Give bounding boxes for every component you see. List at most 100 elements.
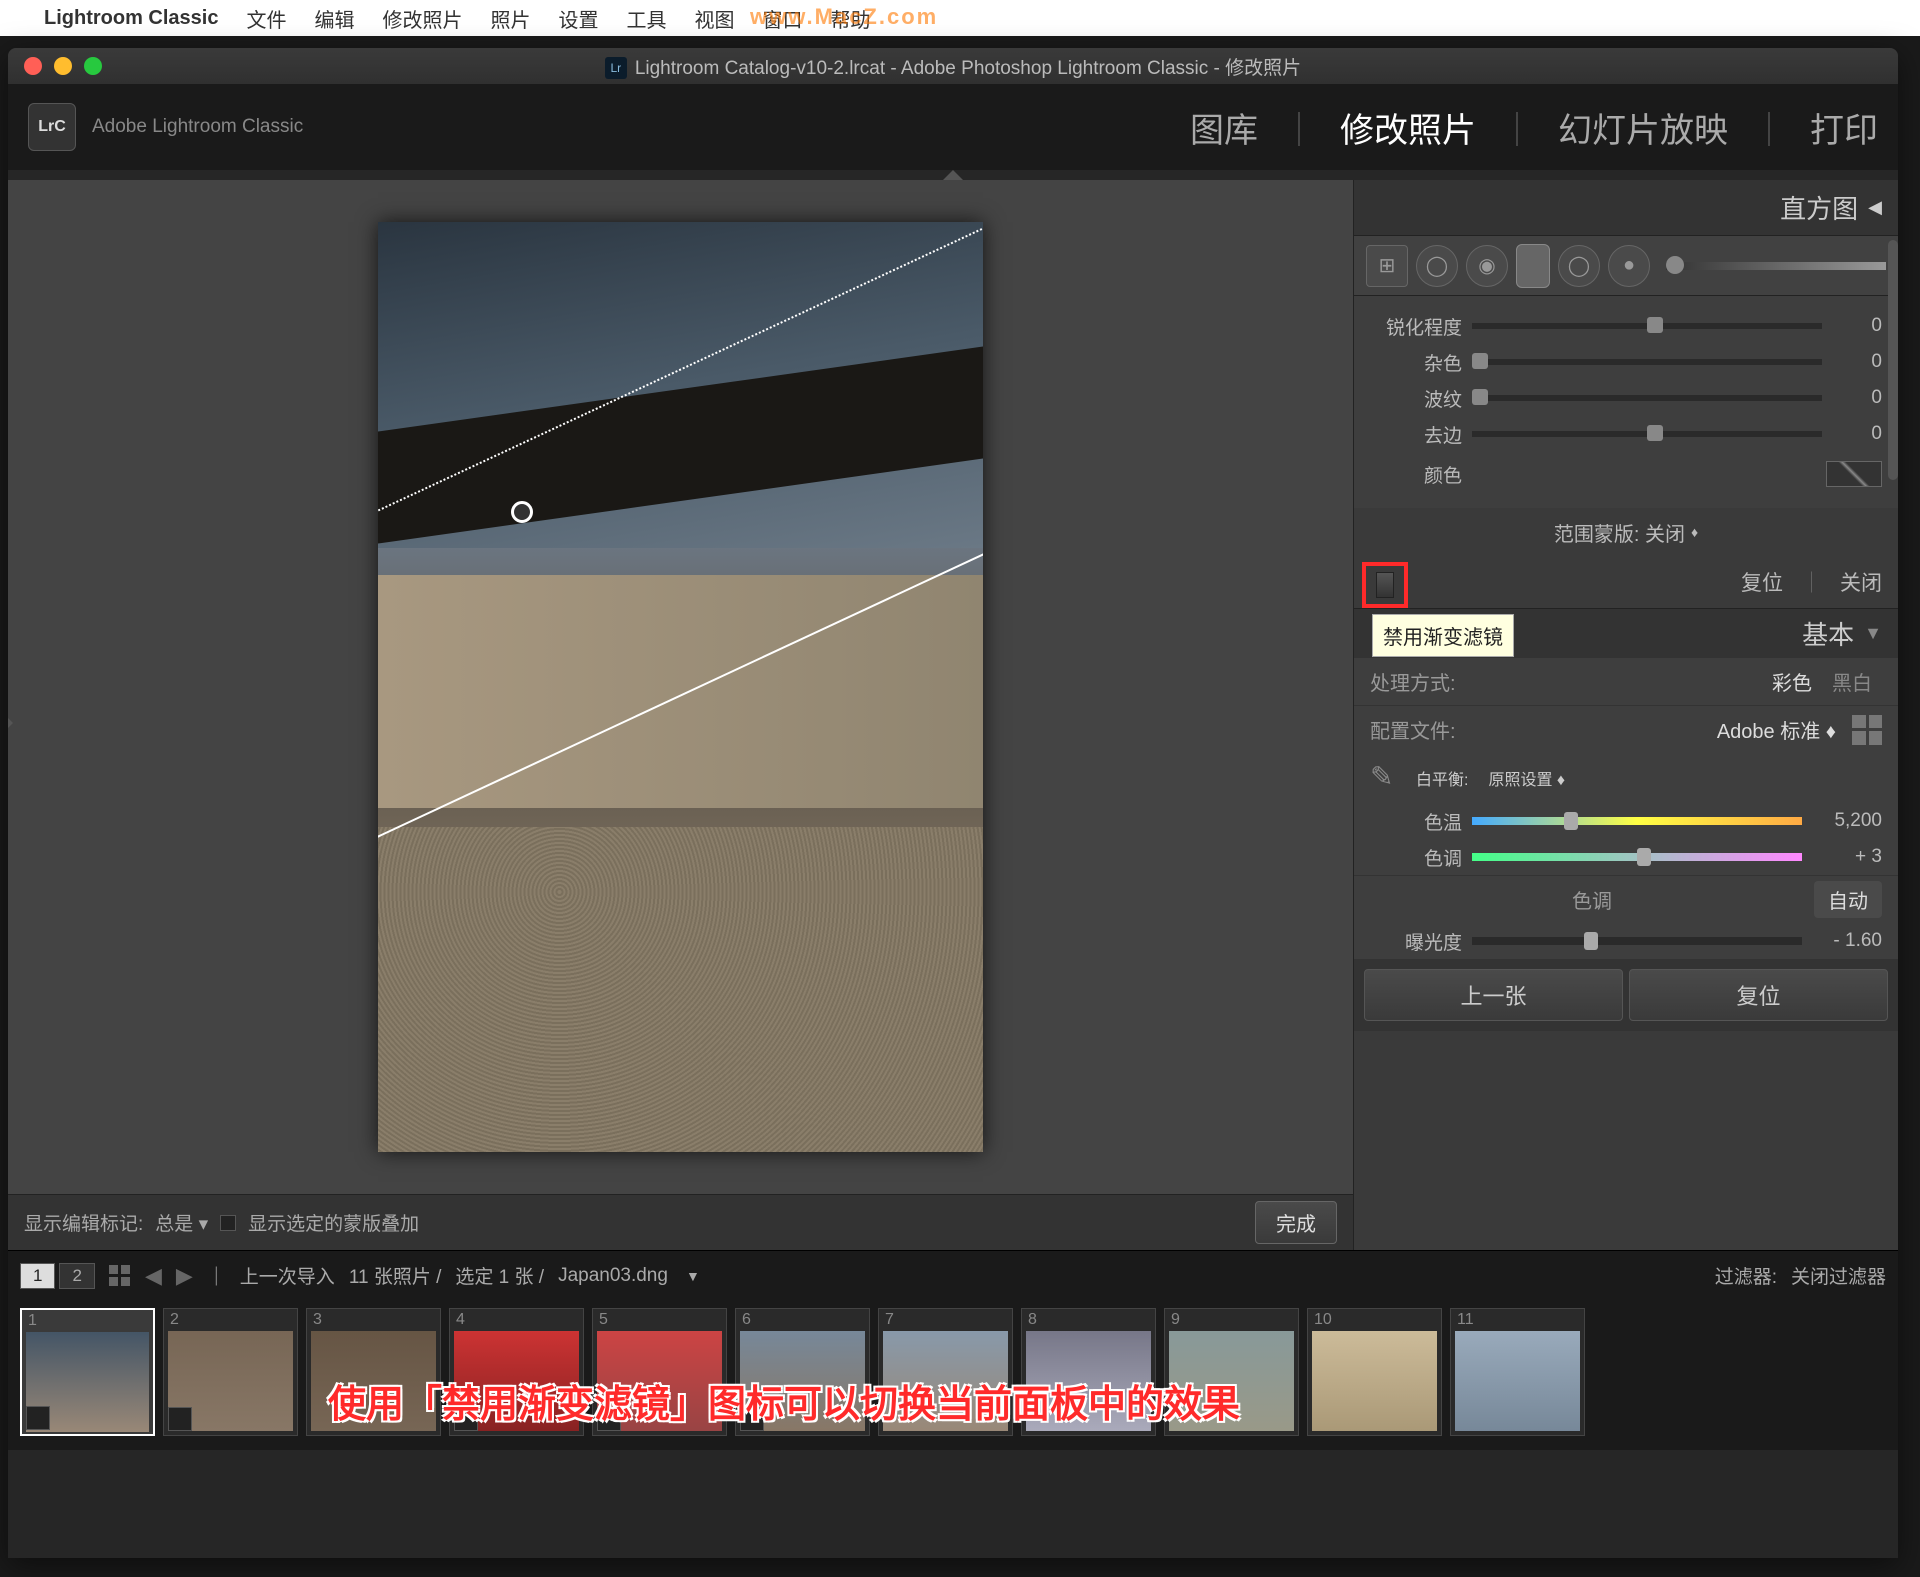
defringe-slider[interactable] <box>1472 431 1822 437</box>
app-window: LrLightroom Catalog-v10-2.lrcat - Adobe … <box>8 48 1898 1558</box>
thumbnail[interactable]: 11 <box>1450 1308 1585 1436</box>
thumbnail[interactable]: 9 <box>1164 1308 1299 1436</box>
color-label: 颜色 <box>1370 461 1462 488</box>
sharpness-slider[interactable] <box>1472 323 1822 329</box>
moire-label: 波纹 <box>1370 385 1462 412</box>
collection-name[interactable]: 上一次导入 <box>240 1262 335 1289</box>
mask-overlay-checkbox[interactable] <box>220 1215 236 1231</box>
grid-view-icon[interactable] <box>109 1265 131 1287</box>
show-edit-label: 显示编辑标记: <box>24 1209 143 1236</box>
collapse-top-icon[interactable] <box>943 170 963 180</box>
app-name[interactable]: Lightroom Classic <box>44 7 218 30</box>
thumbnail[interactable]: 3 <box>306 1308 441 1436</box>
menu-window[interactable]: 窗口 <box>762 4 802 33</box>
thumbnail[interactable]: 10 <box>1307 1308 1442 1436</box>
moire-slider[interactable] <box>1472 395 1822 401</box>
menu-file[interactable]: 文件 <box>246 4 286 33</box>
reset-button[interactable]: 复位 <box>1741 567 1783 597</box>
scrollbar[interactable] <box>1888 240 1898 480</box>
thumbnail[interactable]: 5 <box>592 1308 727 1436</box>
noise-slider[interactable] <box>1472 359 1822 365</box>
tint-value: + 3 <box>1812 846 1882 868</box>
thumbnail[interactable]: 7 <box>878 1308 1013 1436</box>
dropdown-icon[interactable]: ▼ <box>686 1268 700 1284</box>
selected-count: 选定 1 张 / <box>455 1262 544 1289</box>
tone-label: 色调 <box>1572 885 1612 914</box>
thumbnail[interactable]: 2 <box>163 1308 298 1436</box>
profile-value[interactable]: Adobe 标准 ♦ <box>1717 715 1836 744</box>
wb-value[interactable]: 原照设置 ♦ <box>1488 766 1565 790</box>
crop-tool-icon[interactable]: ⊞ <box>1366 245 1408 287</box>
filter-dropdown[interactable]: 关闭过滤器 <box>1791 1262 1886 1289</box>
effect-sliders: 锐化程度0 杂色0 波纹0 去边0 颜色 <box>1354 296 1898 508</box>
profile-browser-icon[interactable] <box>1852 715 1882 745</box>
canvas-toolbar: 显示编辑标记: 总是 ▾ 显示选定的蒙版叠加 完成 <box>8 1194 1353 1250</box>
collapse-icon: ▼ <box>1864 623 1882 644</box>
module-library[interactable]: 图库 <box>1190 103 1258 152</box>
auto-tone-button[interactable]: 自动 <box>1814 881 1882 918</box>
brand-label: Adobe Lightroom Classic <box>92 116 303 138</box>
temp-slider[interactable] <box>1472 817 1802 825</box>
reset-all-button[interactable]: 复位 <box>1629 969 1888 1021</box>
module-slideshow[interactable]: 幻灯片放映 <box>1558 103 1728 152</box>
collapse-icon: ◀ <box>1868 197 1882 218</box>
done-button[interactable]: 完成 <box>1255 1201 1337 1244</box>
switch-icon <box>1376 572 1394 598</box>
temp-label: 色温 <box>1370 808 1462 835</box>
screen-2[interactable]: 2 <box>59 1263 94 1289</box>
close-button[interactable]: 关闭 <box>1840 567 1882 597</box>
canvas-main[interactable] <box>8 180 1353 1194</box>
photo-preview[interactable] <box>378 222 983 1152</box>
eyedropper-icon[interactable]: ✎ <box>1370 760 1406 796</box>
show-edit-dropdown[interactable]: 总是 ▾ <box>155 1209 208 1236</box>
screen-1[interactable]: 1 <box>20 1263 55 1289</box>
gradient-filter-tool-icon[interactable] <box>1516 244 1550 288</box>
redeye-tool-icon[interactable]: ◉ <box>1466 245 1508 287</box>
tint-slider[interactable] <box>1472 853 1802 861</box>
menu-help[interactable]: 帮助 <box>830 4 870 33</box>
separator: ｜ <box>1752 103 1786 152</box>
thumbnail[interactable]: 6 <box>735 1308 870 1436</box>
thumbnail[interactable]: 4 <box>449 1308 584 1436</box>
module-print[interactable]: 打印 <box>1810 103 1878 152</box>
photo-count: 11 张照片 / <box>349 1262 442 1289</box>
radial-filter-tool-icon[interactable]: ◯ <box>1558 245 1600 287</box>
range-mask-row[interactable]: 范围蒙版: 关闭 ♦ <box>1354 508 1898 556</box>
menu-tools[interactable]: 工具 <box>626 4 666 33</box>
nav-buttons: 上一张 复位 <box>1354 959 1898 1031</box>
mask-slider[interactable] <box>1666 262 1886 270</box>
sharpness-label: 锐化程度 <box>1370 313 1462 340</box>
module-develop[interactable]: 修改照片 <box>1340 103 1476 152</box>
menu-view[interactable]: 视图 <box>694 4 734 33</box>
lrc-doc-icon: Lr <box>605 57 627 79</box>
thumbnail[interactable]: 1 <box>20 1308 155 1436</box>
prev-photo-button[interactable]: 上一张 <box>1364 969 1623 1021</box>
thumbnail[interactable]: 8 <box>1021 1308 1156 1436</box>
badge-icon <box>168 1407 192 1431</box>
nav-forward-icon[interactable]: ▶ <box>176 1263 193 1289</box>
tint-label: 色调 <box>1370 844 1462 871</box>
tooltip: 禁用渐变滤镜 <box>1372 614 1514 657</box>
nav-back-icon[interactable]: ◀ <box>145 1263 162 1289</box>
titlebar: LrLightroom Catalog-v10-2.lrcat - Adobe … <box>8 48 1898 84</box>
screen-mode-toggle[interactable]: 1 2 <box>20 1263 95 1289</box>
exposure-slider[interactable] <box>1472 937 1802 945</box>
menu-edit[interactable]: 编辑 <box>314 4 354 33</box>
spot-tool-icon[interactable]: ◯ <box>1416 245 1458 287</box>
treatment-bw[interactable]: 黑白 <box>1822 663 1882 700</box>
disable-gradient-filter-toggle[interactable] <box>1362 562 1408 608</box>
defringe-label: 去边 <box>1370 421 1462 448</box>
treatment-color[interactable]: 彩色 <box>1762 663 1822 700</box>
moire-value: 0 <box>1832 387 1882 409</box>
module-header: LrC Adobe Lightroom Classic 图库 ｜ 修改照片 ｜ … <box>8 84 1898 170</box>
brush-tool-icon[interactable]: ● <box>1608 245 1650 287</box>
menu-develop[interactable]: 修改照片 <box>382 4 462 33</box>
menu-settings[interactable]: 设置 <box>558 4 598 33</box>
color-swatch[interactable] <box>1826 461 1882 487</box>
window-title: LrLightroom Catalog-v10-2.lrcat - Adobe … <box>8 53 1898 80</box>
badge-icon <box>597 1407 621 1431</box>
gradient-pin-icon[interactable] <box>511 501 533 523</box>
menu-photo[interactable]: 照片 <box>490 4 530 33</box>
sharpness-value: 0 <box>1832 315 1882 337</box>
histogram-header[interactable]: 直方图◀ <box>1354 180 1898 236</box>
